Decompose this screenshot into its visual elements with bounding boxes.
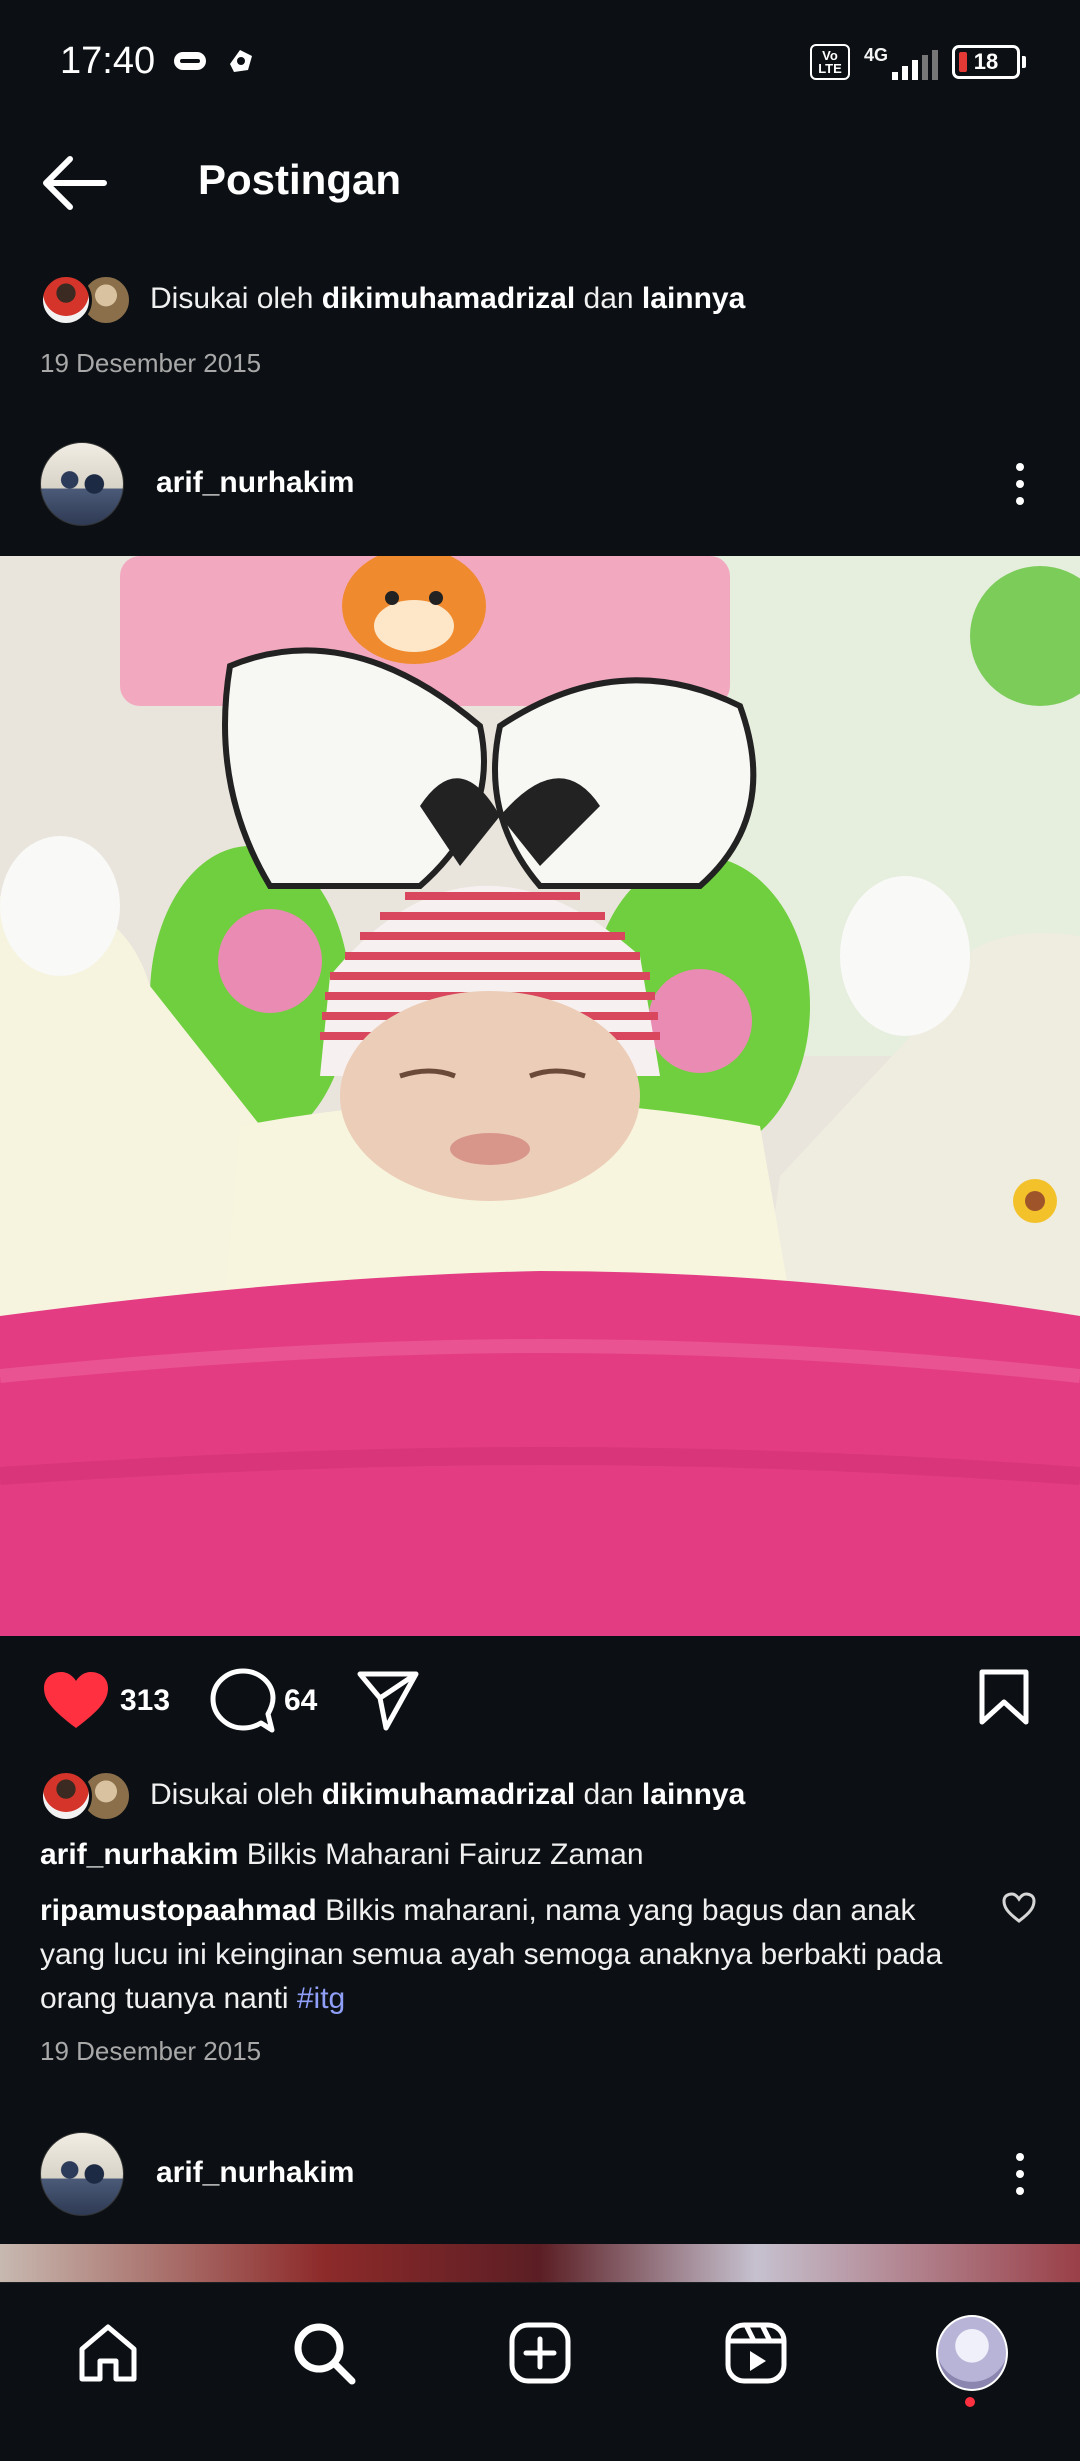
post-username[interactable]: arif_nurhakim: [156, 466, 354, 500]
nav-home[interactable]: [72, 2317, 144, 2389]
next-post-image[interactable]: [0, 2244, 1080, 2282]
status-right-icons: Vo LTE 4G 18: [809, 44, 1026, 80]
comment-icon[interactable]: [210, 1668, 276, 1734]
liked-by-text: Disukai oleh dikimuhamadrizal dan lainny…: [150, 282, 746, 315]
post-date: 19 Desember 2015: [40, 2036, 262, 2066]
liked-by-row[interactable]: Disukai oleh dikimuhamadrizal dan lainny…: [40, 1768, 745, 1822]
dashboard-icon: [230, 50, 252, 72]
liked-by-text: Disukai oleh dikimuhamadrizal dan lainny…: [150, 1778, 746, 1811]
arrow-left-icon[interactable]: [40, 148, 110, 218]
search-icon: [294, 2323, 356, 2385]
next-post-username[interactable]: arif_nurhakim: [156, 2156, 354, 2190]
more-vertical-icon[interactable]: [1000, 2144, 1040, 2204]
liked-by-others-link[interactable]: lainnya: [642, 1778, 745, 1811]
caption-username[interactable]: arif_nurhakim: [40, 1838, 238, 1871]
caption-text: Bilkis Maharani Fairuz Zaman: [246, 1838, 644, 1871]
page-title: Postingan: [198, 156, 402, 203]
bottom-nav: [0, 2282, 1080, 2461]
network-indicator: 4G: [864, 45, 938, 80]
nav-create[interactable]: [504, 2317, 576, 2389]
liked-by-avatars: [40, 1768, 140, 1822]
create-icon: [509, 2322, 571, 2384]
battery-indicator: 18: [952, 45, 1026, 79]
liked-by-others-link[interactable]: lainnya: [642, 282, 745, 315]
heart-filled-icon[interactable]: [42, 1670, 110, 1732]
avatar[interactable]: [40, 442, 124, 526]
avatar[interactable]: [40, 2132, 124, 2216]
send-icon[interactable]: [356, 1670, 420, 1732]
liked-by-user-link[interactable]: dikimuhamadrizal: [322, 1778, 575, 1811]
profile-avatar: [936, 2315, 1008, 2391]
more-vertical-icon[interactable]: [1000, 454, 1040, 514]
axis-icon: [174, 52, 206, 70]
nav-reels[interactable]: [720, 2317, 792, 2389]
comments-count[interactable]: 64: [284, 1684, 317, 1718]
notification-dot: [965, 2397, 975, 2407]
liked-by-row[interactable]: Disukai oleh dikimuhamadrizal dan lainny…: [40, 272, 745, 326]
liked-by-avatars: [40, 272, 140, 326]
heart-outline-icon[interactable]: [1002, 1892, 1036, 1924]
home-icon: [79, 2324, 137, 2382]
volte-indicator: Vo LTE: [809, 44, 850, 80]
post-date: 19 Desember 2015: [40, 348, 262, 378]
avatar: [40, 1770, 92, 1822]
baby-photo: [0, 556, 1080, 1636]
nav-search[interactable]: [288, 2317, 360, 2389]
status-time: 17:40: [60, 40, 156, 82]
status-left-icons: [172, 46, 256, 76]
comment-item: ripamustopaahmad Bilkis maharani, nama y…: [40, 1889, 970, 2021]
post-caption: arif_nurhakim Bilkis Maharani Fairuz Zam…: [40, 1833, 1040, 1877]
likes-count[interactable]: 313: [120, 1684, 170, 1718]
avatar: [40, 274, 92, 326]
reels-icon: [725, 2322, 787, 2384]
signal-bars-icon: [892, 49, 938, 80]
comment-username[interactable]: ripamustopaahmad: [40, 1894, 317, 1927]
nav-profile[interactable]: [936, 2315, 1008, 2391]
liked-by-user-link[interactable]: dikimuhamadrizal: [322, 282, 575, 315]
bookmark-icon[interactable]: [978, 1668, 1030, 1726]
comment-hashtag[interactable]: #itg: [297, 1982, 345, 2015]
post-image[interactable]: [0, 556, 1080, 1636]
